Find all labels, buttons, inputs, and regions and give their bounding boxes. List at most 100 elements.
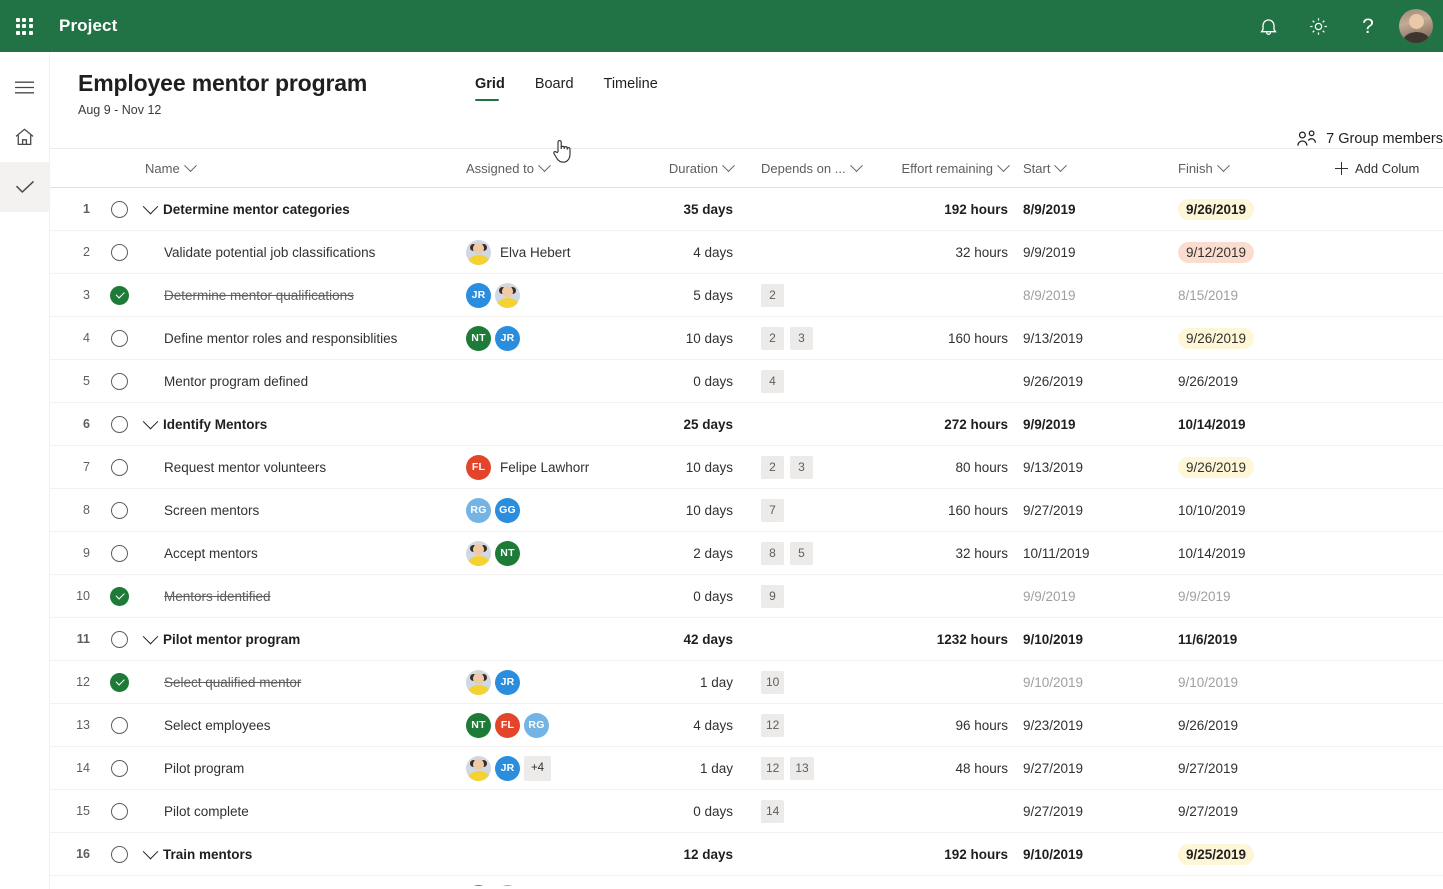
table-row[interactable]: 4Define mentor roles and responsiblities… (50, 317, 1443, 360)
effort-remaining-cell[interactable]: 160 hours (885, 331, 1020, 346)
effort-remaining-cell[interactable]: 96 hours (885, 718, 1020, 733)
dependency-chip[interactable]: 5 (790, 542, 813, 565)
task-incomplete-icon[interactable] (111, 373, 128, 390)
duration-cell[interactable]: 0 days (637, 589, 745, 604)
finish-date-cell[interactable]: 9/26/2019 (1175, 457, 1335, 478)
assigned-to-cell[interactable]: JR (462, 283, 637, 308)
duration-cell[interactable]: 1 day (637, 675, 745, 690)
finish-date-cell[interactable]: 8/15/2019 (1175, 288, 1335, 303)
avatar[interactable]: RG (495, 885, 520, 887)
dependency-chip[interactable]: 9 (761, 585, 784, 608)
finish-date-cell[interactable]: 10/14/2019 (1175, 546, 1335, 561)
effort-remaining-cell[interactable]: 192 hours (885, 202, 1020, 217)
task-name-cell[interactable]: Identify Mentors (137, 417, 462, 432)
table-row[interactable]: 13Select employeesNTFLRG4 days1296 hours… (50, 704, 1443, 747)
depends-on-cell[interactable]: 85 (745, 542, 885, 565)
task-incomplete-icon[interactable] (111, 545, 128, 562)
header-name[interactable]: Name (137, 161, 462, 176)
dependency-chip[interactable]: 13 (790, 757, 813, 780)
app-launcher-button[interactable] (0, 0, 48, 52)
duration-cell[interactable]: 10 days (637, 331, 745, 346)
expand-chevron-icon[interactable] (143, 847, 159, 859)
table-row[interactable]: 11Pilot mentor program42 days1232 hours9… (50, 618, 1443, 661)
row-status-toggle[interactable] (102, 760, 137, 777)
row-status-toggle[interactable] (102, 545, 137, 562)
task-name-cell[interactable]: Determine mentor qualifications (137, 288, 462, 303)
group-members-button[interactable]: 7 Group members (1297, 130, 1443, 147)
duration-cell[interactable]: 1 day (637, 761, 745, 776)
table-row[interactable]: 2Validate potential job classificationsE… (50, 231, 1443, 274)
task-name-cell[interactable]: Select employees (137, 718, 462, 733)
depends-on-cell[interactable]: 14 (745, 800, 885, 823)
rail-item-menu[interactable] (0, 62, 50, 112)
task-incomplete-icon[interactable] (111, 416, 128, 433)
table-row[interactable]: 14Pilot programJR+41 day121348 hours9/27… (50, 747, 1443, 790)
row-status-toggle[interactable] (102, 502, 137, 519)
rail-item-home[interactable] (0, 112, 50, 162)
avatar[interactable]: GG (495, 498, 520, 523)
effort-remaining-cell[interactable]: 32 hours (885, 546, 1020, 561)
avatar[interactable]: JR (495, 756, 520, 781)
finish-date-cell[interactable]: 9/26/2019 (1175, 199, 1335, 220)
header-start[interactable]: Start (1020, 161, 1175, 176)
task-incomplete-icon[interactable] (111, 631, 128, 648)
task-incomplete-icon[interactable] (111, 846, 128, 863)
depends-on-cell[interactable]: 12 13 (745, 757, 885, 780)
assigned-to-cell[interactable]: RGGG (462, 498, 637, 523)
row-status-toggle[interactable] (102, 244, 137, 261)
finish-date-cell[interactable]: 9/12/2019 (1175, 242, 1335, 263)
avatar[interactable]: RG (524, 713, 549, 738)
depends-on-cell[interactable]: 23 (745, 327, 885, 350)
finish-date-cell[interactable]: 9/10/2019 (1175, 675, 1335, 690)
avatar[interactable] (466, 756, 491, 781)
tab-timeline[interactable]: Timeline (604, 76, 658, 101)
finish-date-cell[interactable]: 10/10/2019 (1175, 503, 1335, 518)
row-status-toggle[interactable] (102, 631, 137, 648)
duration-cell[interactable]: 10 days (637, 460, 745, 475)
task-incomplete-icon[interactable] (111, 717, 128, 734)
table-row[interactable]: 7Request mentor volunteersFLFelipe Lawho… (50, 446, 1443, 489)
task-name-cell[interactable]: Mentor program defined (137, 374, 462, 389)
dependency-chip[interactable]: 12 (761, 757, 784, 780)
table-row[interactable]: 3Determine mentor qualificationsJR5 days… (50, 274, 1443, 317)
task-name-cell[interactable]: Select qualified mentor (137, 675, 462, 690)
table-row[interactable]: 12Select qualified mentorJR1 day109/10/2… (50, 661, 1443, 704)
table-row[interactable]: 5Mentor program defined0 days49/26/20199… (50, 360, 1443, 403)
assigned-to-cell[interactable]: JR (462, 670, 637, 695)
duration-cell[interactable]: 10 days (637, 503, 745, 518)
task-incomplete-icon[interactable] (111, 244, 128, 261)
avatar[interactable]: JR (495, 670, 520, 695)
start-date-cell[interactable]: 9/27/2019 (1020, 503, 1175, 518)
task-complete-icon[interactable] (110, 587, 129, 606)
duration-cell[interactable]: 2 days (637, 546, 745, 561)
start-date-cell[interactable]: 9/10/2019 (1020, 847, 1175, 862)
task-incomplete-icon[interactable] (111, 459, 128, 476)
table-row[interactable]: 6Identify Mentors25 days272 hours9/9/201… (50, 403, 1443, 446)
row-status-toggle[interactable] (102, 459, 137, 476)
task-name-cell[interactable]: Validate potential job classifications (137, 245, 462, 260)
expand-chevron-icon[interactable] (143, 632, 159, 644)
assigned-to-cell[interactable]: FLFelipe Lawhorr (462, 455, 637, 480)
start-date-cell[interactable]: 9/10/2019 (1020, 675, 1175, 690)
avatar[interactable] (466, 240, 491, 265)
depends-on-cell[interactable]: 9 (745, 585, 885, 608)
assigned-to-cell[interactable]: NT (462, 541, 637, 566)
task-incomplete-icon[interactable] (111, 502, 128, 519)
start-date-cell[interactable]: 9/23/2019 (1020, 718, 1175, 733)
row-status-toggle[interactable] (102, 201, 137, 218)
avatar[interactable]: FL (495, 713, 520, 738)
task-complete-icon[interactable] (110, 286, 129, 305)
assigned-to-cell[interactable]: NTJR (462, 326, 637, 351)
row-status-toggle[interactable] (102, 846, 137, 863)
task-name-cell[interactable]: Request mentor volunteers (137, 460, 462, 475)
header-finish[interactable]: Finish (1175, 161, 1335, 176)
task-name-cell[interactable]: Accept mentors (137, 546, 462, 561)
dependency-chip[interactable]: 10 (761, 886, 784, 887)
row-status-toggle[interactable] (102, 803, 137, 820)
depends-on-cell[interactable]: 7 (745, 499, 885, 522)
task-name-cell[interactable]: Pilot program (137, 761, 462, 776)
duration-cell[interactable]: 35 days (637, 202, 745, 217)
duration-cell[interactable]: 0 days (637, 374, 745, 389)
dependency-chip[interactable]: 7 (761, 499, 784, 522)
task-incomplete-icon[interactable] (111, 330, 128, 347)
